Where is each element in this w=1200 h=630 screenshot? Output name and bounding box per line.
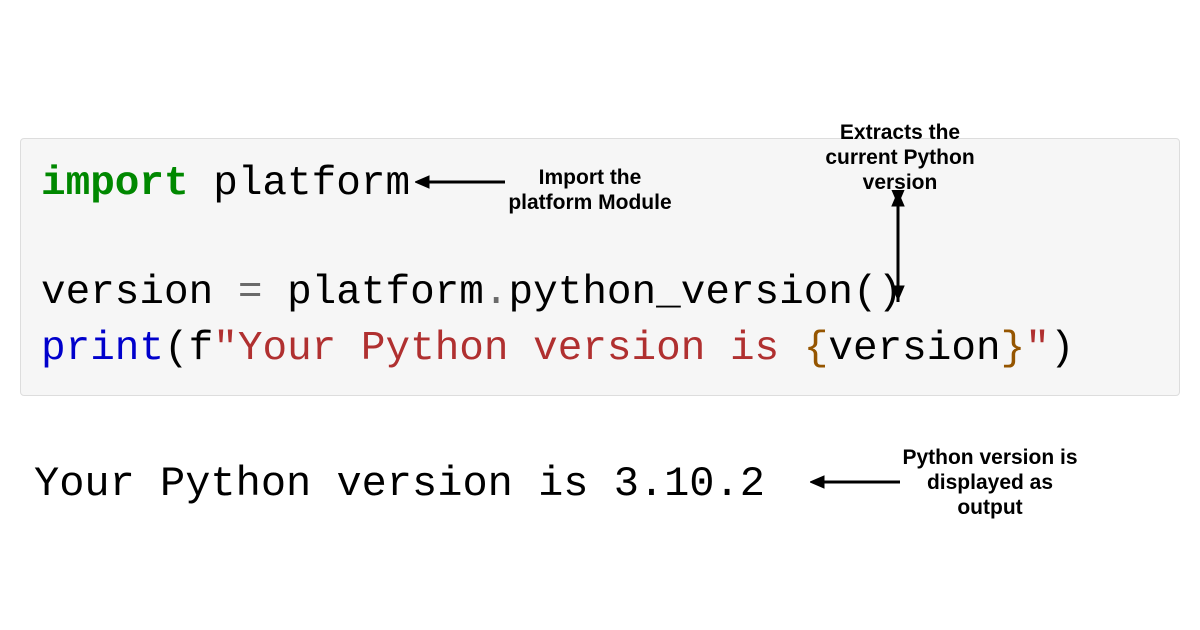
print-fn: print xyxy=(41,326,164,372)
output-text: Your Python version is 3.10.2 xyxy=(34,460,765,508)
paren-close: ) xyxy=(1050,326,1075,372)
arrow-import-icon xyxy=(415,172,505,192)
blank-line xyxy=(41,212,1159,266)
annotation-extract: Extracts the current Python version xyxy=(810,120,990,196)
paren-open: ( xyxy=(164,326,189,372)
keyword-import: import xyxy=(41,161,189,207)
method-name: python_version xyxy=(509,270,853,316)
string-literal: Your Python version is xyxy=(238,326,804,372)
brace-open: { xyxy=(804,326,829,372)
var-ref: version xyxy=(828,326,1000,372)
annotation-output: Python version is displayed as output xyxy=(900,445,1080,521)
quote-close: " xyxy=(1025,326,1050,372)
assign-op: = xyxy=(238,270,287,316)
code-line-2: version = platform.python_version() xyxy=(41,266,1159,321)
arrow-output-icon xyxy=(810,472,900,492)
brace-close: } xyxy=(1001,326,1026,372)
quote-open: " xyxy=(213,326,238,372)
module-name: platform xyxy=(189,161,410,207)
variable-name: version xyxy=(41,270,238,316)
code-line-3: print(f"Your Python version is {version}… xyxy=(41,322,1159,377)
arrow-extract-up-icon xyxy=(888,192,908,302)
f-prefix: f xyxy=(189,326,214,372)
dot-op: . xyxy=(484,270,509,316)
object-ref: platform xyxy=(287,270,484,316)
annotation-import: Import the platform Module xyxy=(500,165,680,215)
